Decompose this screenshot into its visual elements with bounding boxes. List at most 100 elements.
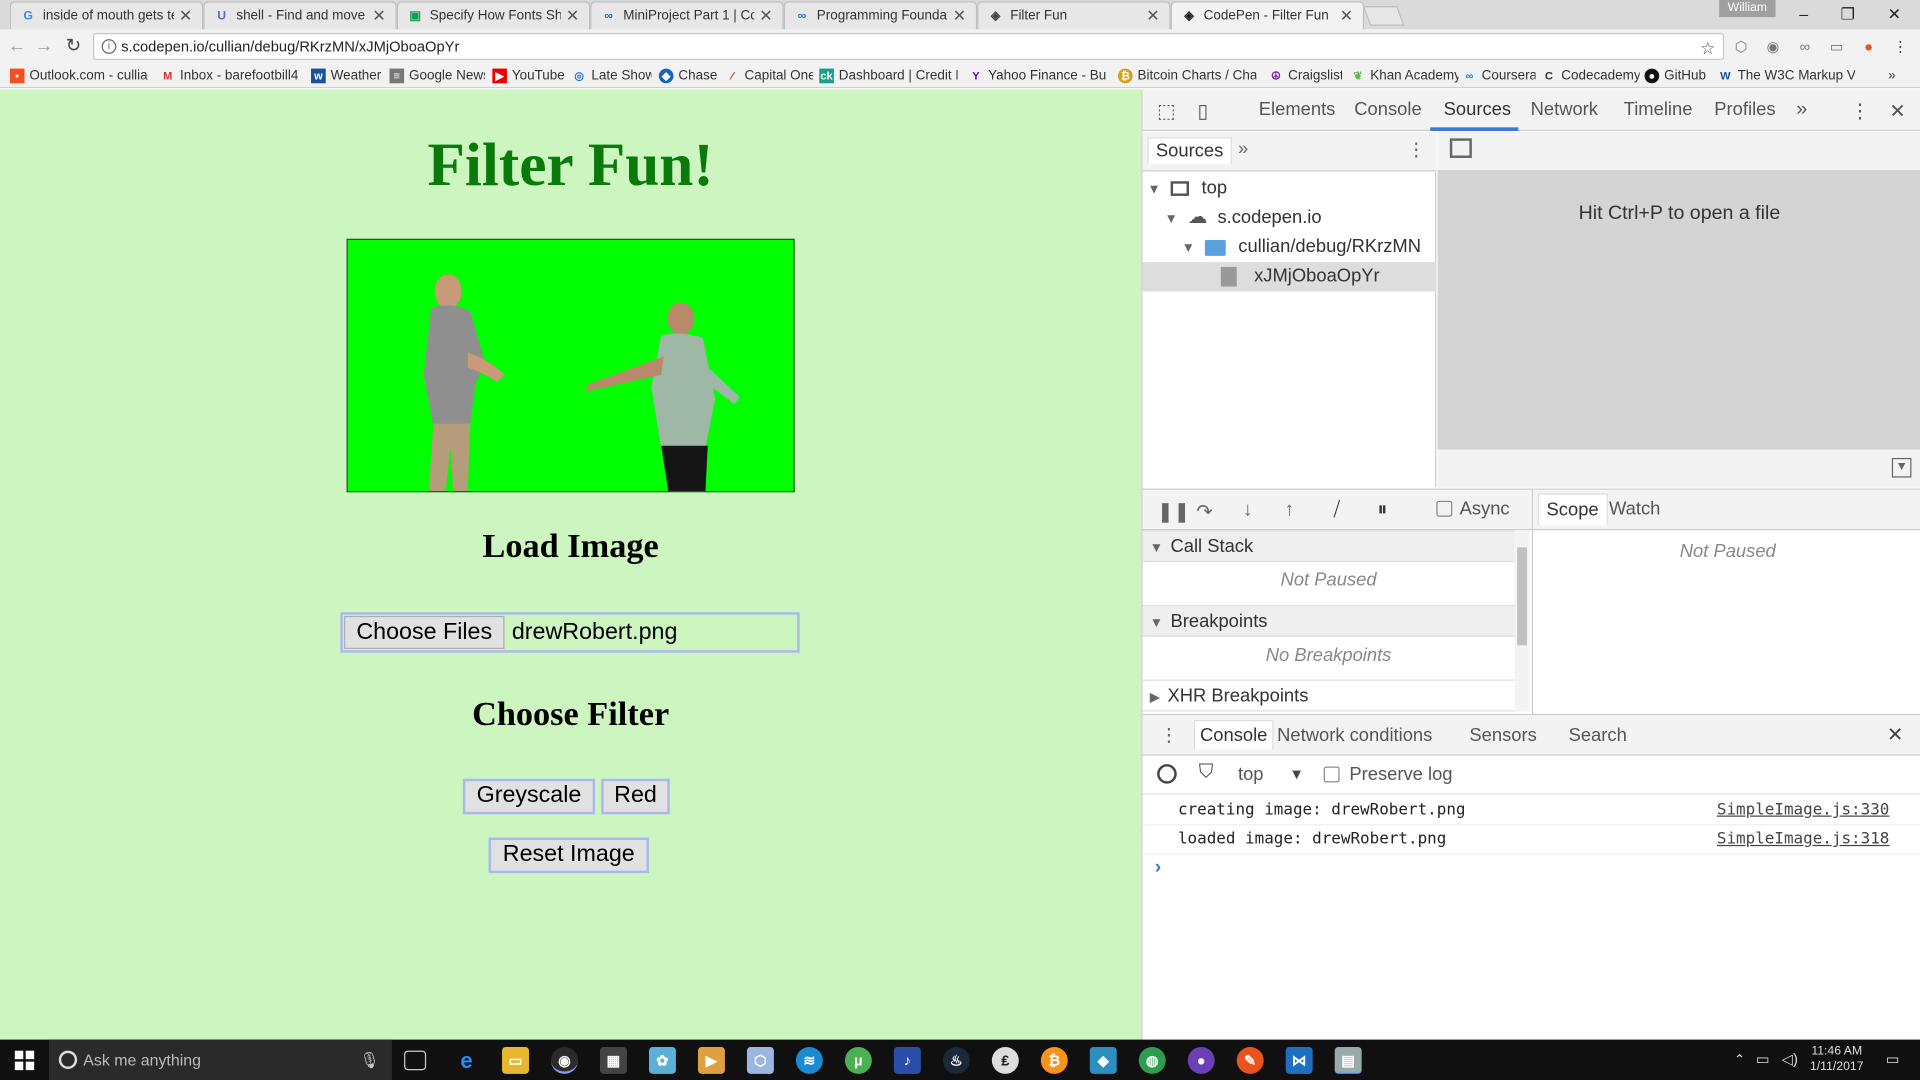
close-tab-icon[interactable]: ✕	[759, 6, 772, 26]
microphone-icon[interactable]: 🎙	[359, 1040, 379, 1080]
drawer-tab-network-conditions[interactable]: Network conditions	[1277, 725, 1432, 746]
drawer-tab-console[interactable]: Console	[1193, 720, 1274, 750]
minimize-button[interactable]: –	[1785, 2, 1822, 26]
scrollbar-thumb[interactable]	[1517, 547, 1527, 646]
source-link[interactable]: SimpleImage.js:330	[1717, 796, 1890, 825]
app-icon[interactable]: ◍	[1138, 1046, 1166, 1074]
task-view-icon[interactable]	[404, 1050, 427, 1071]
step-into-icon[interactable]: ↓	[1243, 500, 1253, 522]
browser-tab[interactable]: ∞ Programming Foundatio ✕	[783, 1, 978, 30]
tab-sources[interactable]: Sources	[1444, 99, 1511, 120]
taskbar-search[interactable]: Ask me anything 🎙	[48, 1039, 392, 1080]
context-selector[interactable]: top	[1238, 764, 1264, 785]
box-icon[interactable]: ⬡	[746, 1046, 774, 1074]
bookmark-item[interactable]: ₿Bitcoin Charts / Charts	[1117, 66, 1256, 86]
profile-badge[interactable]: William	[1719, 0, 1776, 18]
notifications-icon[interactable]: ▭	[1886, 1051, 1900, 1068]
start-windows-icon[interactable]	[14, 1050, 35, 1071]
edge-icon[interactable]: e	[453, 1047, 480, 1074]
close-tab-icon[interactable]: ✕	[179, 6, 192, 26]
tree-item-folder[interactable]: ▼ cullian/debug/RKrzMN	[1142, 233, 1436, 262]
red-button[interactable]: Red	[601, 778, 670, 815]
bookmark-star-icon[interactable]: ☆	[1700, 36, 1715, 60]
clear-console-icon[interactable]	[1157, 764, 1177, 784]
browser-tab[interactable]: ∞ MiniProject Part 1 | Cour ✕	[590, 1, 784, 30]
close-tab-icon[interactable]: ✕	[566, 6, 579, 26]
app-icon[interactable]: ●	[1187, 1046, 1215, 1074]
toggle-debugger-icon[interactable]: ▼	[1891, 457, 1912, 478]
bookmark-item[interactable]: w Weather	[311, 66, 382, 86]
network-icon[interactable]: ▭	[1756, 1051, 1770, 1068]
bookmark-item[interactable]: C Codecademy	[1542, 66, 1640, 86]
pause-icon[interactable]: ❚❚	[1157, 500, 1190, 524]
volume-icon[interactable]: ◁)	[1782, 1051, 1798, 1068]
bookmark-item[interactable]: ckDashboard | Credit Ka	[819, 66, 958, 86]
bookmark-item[interactable]: ∞ Coursera	[1462, 66, 1535, 86]
extension-shield-icon[interactable]: ⬡	[1731, 37, 1751, 57]
app-icon[interactable]: ▤	[1334, 1046, 1362, 1074]
close-drawer-icon[interactable]: ✕	[1887, 722, 1903, 746]
bookmark-item[interactable]: ≡ Google News	[389, 66, 485, 86]
deactivate-breakpoints-icon[interactable]: ⧸	[1333, 500, 1340, 522]
chrome-icon[interactable]: ◉	[551, 1046, 578, 1074]
step-out-icon[interactable]: ↑	[1285, 500, 1295, 522]
scrollbar[interactable]	[1514, 530, 1530, 712]
steam-icon[interactable]: ♨	[942, 1046, 970, 1074]
step-over-icon[interactable]: ↷	[1196, 500, 1212, 524]
app-icon[interactable]: ₤	[991, 1046, 1019, 1074]
bookmark-item[interactable]: ☮ Craigslist	[1269, 66, 1342, 86]
pause-on-exceptions-icon[interactable]: ⏸	[1378, 500, 1388, 522]
media-icon[interactable]: ▶	[697, 1046, 725, 1074]
calculator-icon[interactable]: ▦	[600, 1046, 627, 1074]
address-bar[interactable]: i s.codepen.io/cullian/debug/RKrzMN/xJMj…	[93, 33, 1725, 61]
bookmark-item[interactable]: Y Yahoo Finance - Busin	[969, 66, 1107, 86]
tree-item-top[interactable]: ▼ top	[1142, 174, 1436, 203]
app-icon[interactable]: ✎	[1236, 1046, 1264, 1074]
tab-timeline[interactable]: Timeline	[1624, 99, 1693, 120]
drawer-menu-icon[interactable]: ⋮	[1160, 724, 1178, 746]
bookmark-item[interactable]: ◆ Chase	[658, 66, 720, 86]
bookmark-item[interactable]: ❦ Khan Academy	[1351, 66, 1458, 86]
drawer-tab-sensors[interactable]: Sensors	[1469, 725, 1536, 746]
browser-tab[interactable]: U shell - Find and move di ✕	[203, 1, 397, 30]
async-checkbox[interactable]	[1436, 500, 1453, 517]
inspect-element-icon[interactable]: ⬚	[1157, 99, 1176, 123]
extension-orange-icon[interactable]: ●	[1859, 37, 1879, 57]
preserve-log-checkbox[interactable]	[1323, 766, 1340, 783]
bookmark-item[interactable]: M Inbox - barefootbill42	[160, 66, 299, 86]
app-icon[interactable]: ✿	[648, 1046, 676, 1074]
devtools-menu-icon[interactable]: ⋮	[1850, 99, 1870, 123]
reload-icon[interactable]: ↻	[61, 34, 85, 58]
navigator-menu-icon[interactable]: ⋮	[1407, 138, 1425, 161]
tab-watch[interactable]: Watch	[1609, 498, 1660, 519]
menu-icon[interactable]: ⋮	[1891, 37, 1911, 57]
tray-expand-icon[interactable]: ⌃	[1734, 1052, 1745, 1068]
close-window-button[interactable]: ✕	[1876, 2, 1913, 26]
utorrent-icon[interactable]: µ	[844, 1046, 872, 1074]
link-icon[interactable]: ∞	[1795, 37, 1815, 57]
bookmark-item[interactable]: W The W3C Markup Vali	[1718, 66, 1855, 86]
context-dropdown-icon[interactable]: ▼	[1289, 765, 1304, 782]
greyscale-button[interactable]: Greyscale	[462, 778, 596, 815]
new-tab-button[interactable]	[1362, 6, 1405, 26]
tab-scope[interactable]: Scope	[1537, 493, 1608, 526]
browser-tab[interactable]: G inside of mouth gets ten ✕	[9, 1, 204, 30]
forward-arrow-icon[interactable]: →	[32, 34, 56, 58]
app-icon[interactable]: ◆	[1089, 1046, 1117, 1074]
xhr-breakpoints-section[interactable]: ▶ XHR Breakpoints	[1142, 679, 1515, 712]
browser-tab[interactable]: ▣ Specify How Fonts Shoul ✕	[396, 1, 591, 30]
bookmark-item[interactable]: ⁄ Capital One	[725, 66, 813, 86]
bitcoin-icon[interactable]: ₿	[1040, 1046, 1068, 1074]
close-tab-icon[interactable]: ✕	[1340, 6, 1353, 26]
visual-studio-icon[interactable]: ⋈	[1285, 1046, 1313, 1074]
tab-console[interactable]: Console	[1354, 99, 1421, 120]
bookmark-item[interactable]: ● GitHub	[1644, 66, 1714, 86]
call-stack-section[interactable]: ▼ Call Stack	[1142, 530, 1515, 563]
tree-item-file[interactable]: xJMjOboaOpYr	[1142, 262, 1437, 292]
console-prompt[interactable]: ›	[1155, 857, 1162, 879]
browser-tab[interactable]: ◈ Filter Fun ✕	[977, 1, 1171, 30]
file-input[interactable]: Choose Files drewRobert.png	[340, 612, 800, 653]
tab-elements[interactable]: Elements	[1259, 99, 1336, 120]
tree-item-domain[interactable]: ▼ ☁ s.codepen.io	[1142, 203, 1436, 232]
tab-network[interactable]: Network	[1531, 99, 1598, 120]
